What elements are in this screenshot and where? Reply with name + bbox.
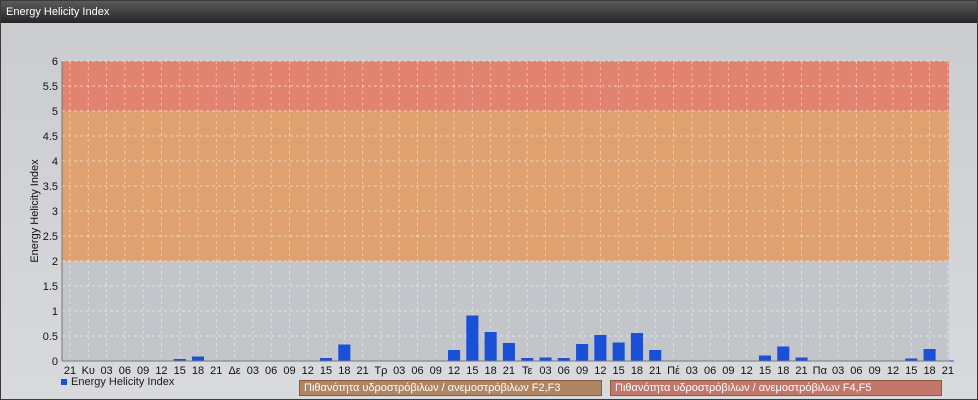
x-tick-label: 21 [356,365,368,377]
x-tick-label: 18 [923,365,935,377]
x-tick-label: 06 [704,365,716,377]
bar [795,357,808,361]
y-tick-label: 1.5 [43,281,58,293]
bar [502,343,515,361]
x-tick-label: 15 [174,365,186,377]
ehi-widget: Energy Helicity Index 0 0.5 1 1.5 2 2.5 3 3.5 4 4… [0,0,978,400]
x-tick-label: 21 [795,365,807,377]
bar [484,332,497,361]
x-tick-label: 18 [338,365,350,377]
x-tick-label: 06 [850,365,862,377]
y-tick-label: 0 [52,356,58,368]
legend-band-f4f5: Πιθανότητα υδροστρόβιλων / ανεμοστρόβιλω… [610,380,942,396]
legend-swatch [61,379,67,385]
x-tick-label: Δε [228,365,240,377]
bar [758,355,772,361]
legend-series-label: Energy Helicity Index [71,376,175,388]
legend-band-f2f3: Πιθανότητα υδροστρόβιλων / ανεμοστρόβιλω… [299,380,602,396]
x-tick-label: 12 [302,365,314,377]
x-tick-label: 06 [265,365,277,377]
y-tick-label: 5 [52,106,58,118]
bar [448,350,461,361]
y-axis: 0 0.5 1 1.5 2 2.5 3 3.5 4 4.5 5 5.5 6 [43,56,63,368]
x-tick-label: 06 [558,365,570,377]
bar [612,342,625,361]
x-tick-label: 12 [887,365,899,377]
y-tick-label: 2.5 [43,231,58,243]
y-tick-label: 5.5 [43,81,58,93]
x-tick-label: 12 [448,365,460,377]
x-tick-label: 21 [649,365,661,377]
x-tick-label: 15 [759,365,771,377]
x-tick-label: 09 [869,365,881,377]
x-tick-label: 09 [430,365,442,377]
bar [539,357,552,361]
x-tick-label: 21 [503,365,515,377]
ehi-chart: 00.511.522.533.544.555.56 21 Κυ 03 06 09 12 15… [29,56,954,377]
y-tick-label: 3.5 [43,181,58,193]
x-tick-label: 15 [613,365,625,377]
x-tick-label: 03 [832,365,844,377]
y-tick-label: 1 [52,306,58,318]
x-tick-label: 18 [192,365,204,377]
bar [923,349,936,361]
x-tick-label: 15 [320,365,332,377]
x-tick-label: 21 [942,365,954,377]
x-tick-label: Τε [522,365,533,377]
x-tick-label: Πέ [667,365,680,377]
x-tick-label: 21 [210,365,222,377]
bar [466,315,479,361]
y-tick-label: 2 [52,256,58,268]
bar [338,344,351,361]
x-tick-label: 03 [393,365,405,377]
x-tick-label: 03 [247,365,259,377]
y-tick-label: 6 [52,56,58,68]
bar [576,344,589,361]
x-tick-label: 15 [466,365,478,377]
bar [191,356,205,361]
x-tick-label: Τρ [374,365,387,377]
x-tick-label: 09 [722,365,734,377]
y-tick-label: 0.5 [43,331,58,343]
x-tick-label: 15 [905,365,917,377]
x-tick-label: 12 [594,365,606,377]
x-tick-label: 03 [539,365,551,377]
x-tick-label: 12 [741,365,753,377]
bar [630,333,643,361]
x-tick-label: 18 [485,365,497,377]
x-tick-label: 18 [631,365,643,377]
bar [594,335,607,361]
bar [649,350,662,361]
y-tick-label: 4.5 [43,131,58,143]
x-tick-label: 18 [777,365,789,377]
x-tick-label: Πα [813,365,828,377]
window-title: Energy Helicity Index [1,1,977,23]
x-tick-label: 03 [686,365,698,377]
legend: Energy Helicity Index [61,376,174,388]
bar [777,346,790,361]
y-tick-label: 4 [52,156,58,168]
x-tick-label: 06 [411,365,423,377]
x-tick-label: 09 [576,365,588,377]
y-tick-label: 3 [52,206,58,218]
y-axis-label: Energy Helicity Index [29,159,41,263]
x-tick-label: 09 [283,365,295,377]
x-axis: 21 Κυ 03 06 09 12 15 18 21 Δε 03 06 09 12 15 18 21 Τρ 03 06… [62,360,954,377]
